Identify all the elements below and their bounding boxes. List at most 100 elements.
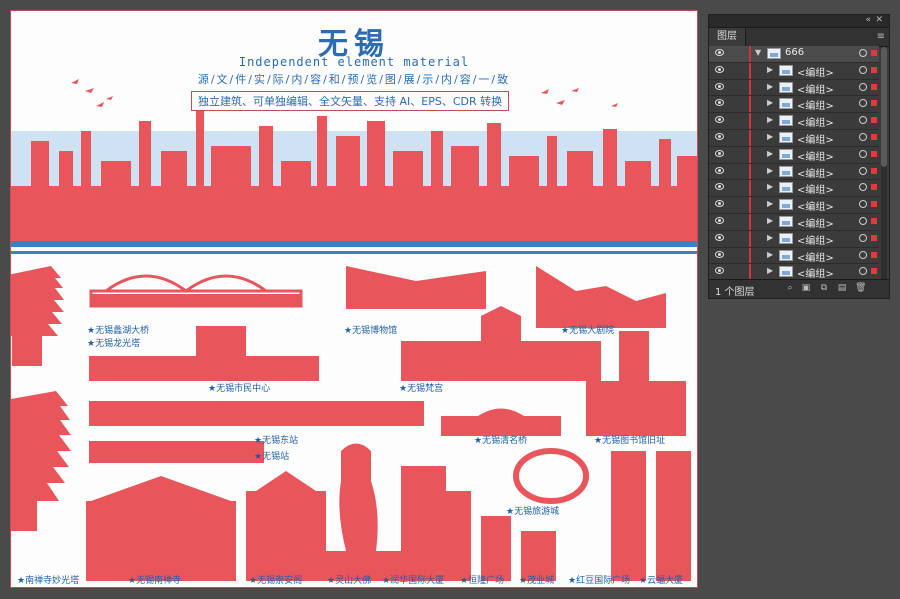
selection-square-icon[interactable] <box>871 251 877 258</box>
target-circle-icon[interactable] <box>859 166 867 175</box>
panel-scrollbar[interactable] <box>881 47 887 279</box>
expand-triangle-icon[interactable]: ▶ <box>767 82 773 91</box>
expand-triangle-icon[interactable]: ▶ <box>767 199 773 208</box>
group-name[interactable]: <编组> <box>797 97 834 112</box>
expand-triangle-icon[interactable]: ▶ <box>767 115 773 124</box>
target-circle-icon[interactable] <box>859 82 867 91</box>
layer-group-row[interactable]: ▶ <编组> <box>709 129 879 147</box>
visibility-eye-icon[interactable] <box>715 250 724 258</box>
visibility-eye-icon[interactable] <box>715 99 724 107</box>
visibility-eye-icon[interactable] <box>715 116 724 124</box>
expand-triangle-icon[interactable]: ▼ <box>755 48 761 57</box>
scrollbar-thumb[interactable] <box>881 47 887 167</box>
clip-mask-icon[interactable]: ▣ <box>801 283 811 293</box>
group-name[interactable]: <编组> <box>797 265 834 280</box>
target-circle-icon[interactable] <box>859 250 867 259</box>
visibility-eye-icon[interactable] <box>715 200 724 208</box>
artboard[interactable]: 无锡 Independent element material 源/文/件/实/… <box>10 10 698 588</box>
group-name[interactable]: <编组> <box>797 249 834 264</box>
visibility-eye-icon[interactable] <box>715 65 724 73</box>
expand-triangle-icon[interactable]: ▶ <box>767 65 773 74</box>
collapse-icon[interactable]: « <box>865 15 871 25</box>
visibility-eye-icon[interactable] <box>715 183 724 191</box>
expand-triangle-icon[interactable]: ▶ <box>767 98 773 107</box>
expand-triangle-icon[interactable]: ▶ <box>767 233 773 242</box>
group-thumbnail <box>779 232 793 244</box>
target-circle-icon[interactable] <box>859 99 867 108</box>
tab-layers[interactable]: 图层 <box>709 28 746 46</box>
layer-group-row[interactable]: ▶ <编组> <box>709 62 879 80</box>
layer-group-row[interactable]: ▶ <编组> <box>709 247 879 265</box>
target-circle-icon[interactable] <box>859 149 867 158</box>
visibility-eye-icon[interactable] <box>715 267 724 275</box>
label-runhua: ★润华国际大厦 <box>382 576 445 586</box>
group-name[interactable]: <编组> <box>797 148 834 163</box>
group-name[interactable]: <编组> <box>797 198 834 213</box>
visibility-eye-icon[interactable] <box>715 49 724 56</box>
target-circle-icon[interactable] <box>859 216 867 225</box>
search-icon[interactable]: ⌕ <box>785 283 795 293</box>
layer-group-row[interactable]: ▶ <编组> <box>709 113 879 130</box>
visibility-eye-icon[interactable] <box>715 82 724 90</box>
target-circle-icon[interactable] <box>859 49 867 57</box>
layer-group-row[interactable]: ▶ <编组> <box>709 96 879 114</box>
layer-name[interactable]: 666 <box>785 47 804 58</box>
layer-group-row[interactable]: ▶ <编组> <box>709 230 879 248</box>
visibility-eye-icon[interactable] <box>715 149 724 157</box>
expand-triangle-icon[interactable]: ▶ <box>767 182 773 191</box>
visibility-eye-icon[interactable] <box>715 166 724 174</box>
group-name[interactable]: <编组> <box>797 131 834 146</box>
selection-square-icon[interactable] <box>871 83 877 90</box>
selection-square-icon[interactable] <box>871 217 877 224</box>
expand-triangle-icon[interactable]: ▶ <box>767 149 773 158</box>
layer-group-row[interactable]: ▶ <编组> <box>709 146 879 164</box>
group-name[interactable]: <编组> <box>797 64 834 79</box>
layer-group-row[interactable]: ▶ <编组> <box>709 79 879 97</box>
expand-triangle-icon[interactable]: ▶ <box>767 216 773 225</box>
expand-triangle-icon[interactable]: ▶ <box>767 132 773 141</box>
target-circle-icon[interactable] <box>859 183 867 192</box>
target-circle-icon[interactable] <box>859 233 867 242</box>
layer-group-row[interactable]: ▶ <编组> <box>709 264 879 280</box>
selection-square-icon[interactable] <box>871 100 877 107</box>
delete-layer-icon[interactable]: 🗑 <box>855 283 866 293</box>
layers-panel[interactable]: « ✕ 图层 ≡ ▼ 666 ▶ <编组> ▶ <编组> ▶ <编组> ▶ <编组> ▶ <编组>… <box>708 14 890 299</box>
target-circle-icon[interactable] <box>859 200 867 209</box>
visibility-eye-icon[interactable] <box>715 233 724 241</box>
group-name[interactable]: <编组> <box>797 181 834 196</box>
expand-triangle-icon[interactable]: ▶ <box>767 250 773 259</box>
selection-square-icon[interactable] <box>871 167 877 174</box>
visibility-eye-icon[interactable] <box>715 216 724 224</box>
new-sublayer-icon[interactable]: ⧉ <box>819 283 829 293</box>
layer-group-row[interactable]: ▶ <编组> <box>709 163 879 181</box>
layer-group-row[interactable]: ▶ <编组> <box>709 197 879 214</box>
expand-triangle-icon[interactable]: ▶ <box>767 166 773 175</box>
selection-square-icon[interactable] <box>871 184 877 191</box>
group-name[interactable]: <编组> <box>797 165 834 180</box>
layer-row-top[interactable]: ▼ 666 <box>709 46 879 63</box>
selection-square-icon[interactable] <box>871 150 877 157</box>
selection-square-icon[interactable] <box>871 234 877 241</box>
group-name[interactable]: <编组> <box>797 232 834 247</box>
group-name[interactable]: <编组> <box>797 81 834 96</box>
new-layer-icon[interactable]: ▤ <box>837 283 847 293</box>
close-icon[interactable]: ✕ <box>875 15 883 25</box>
layer-group-row[interactable]: ▶ <编组> <box>709 213 879 231</box>
visibility-eye-icon[interactable] <box>715 132 724 140</box>
group-name[interactable]: <编组> <box>797 215 834 230</box>
selection-square-icon[interactable] <box>871 50 877 56</box>
selection-square-icon[interactable] <box>871 268 877 275</box>
layer-group-row[interactable]: ▶ <编组> <box>709 180 879 198</box>
selection-square-icon[interactable] <box>871 66 877 73</box>
panel-titlebar[interactable]: « ✕ <box>709 15 889 28</box>
selection-square-icon[interactable] <box>871 133 877 140</box>
panel-menu-icon[interactable]: ≡ <box>877 31 885 42</box>
selection-square-icon[interactable] <box>871 117 877 124</box>
expand-triangle-icon[interactable]: ▶ <box>767 266 773 275</box>
group-name[interactable]: <编组> <box>797 114 834 129</box>
target-circle-icon[interactable] <box>859 267 867 276</box>
target-circle-icon[interactable] <box>859 132 867 141</box>
target-circle-icon[interactable] <box>859 65 867 74</box>
target-circle-icon[interactable] <box>859 116 867 125</box>
selection-square-icon[interactable] <box>871 201 877 208</box>
